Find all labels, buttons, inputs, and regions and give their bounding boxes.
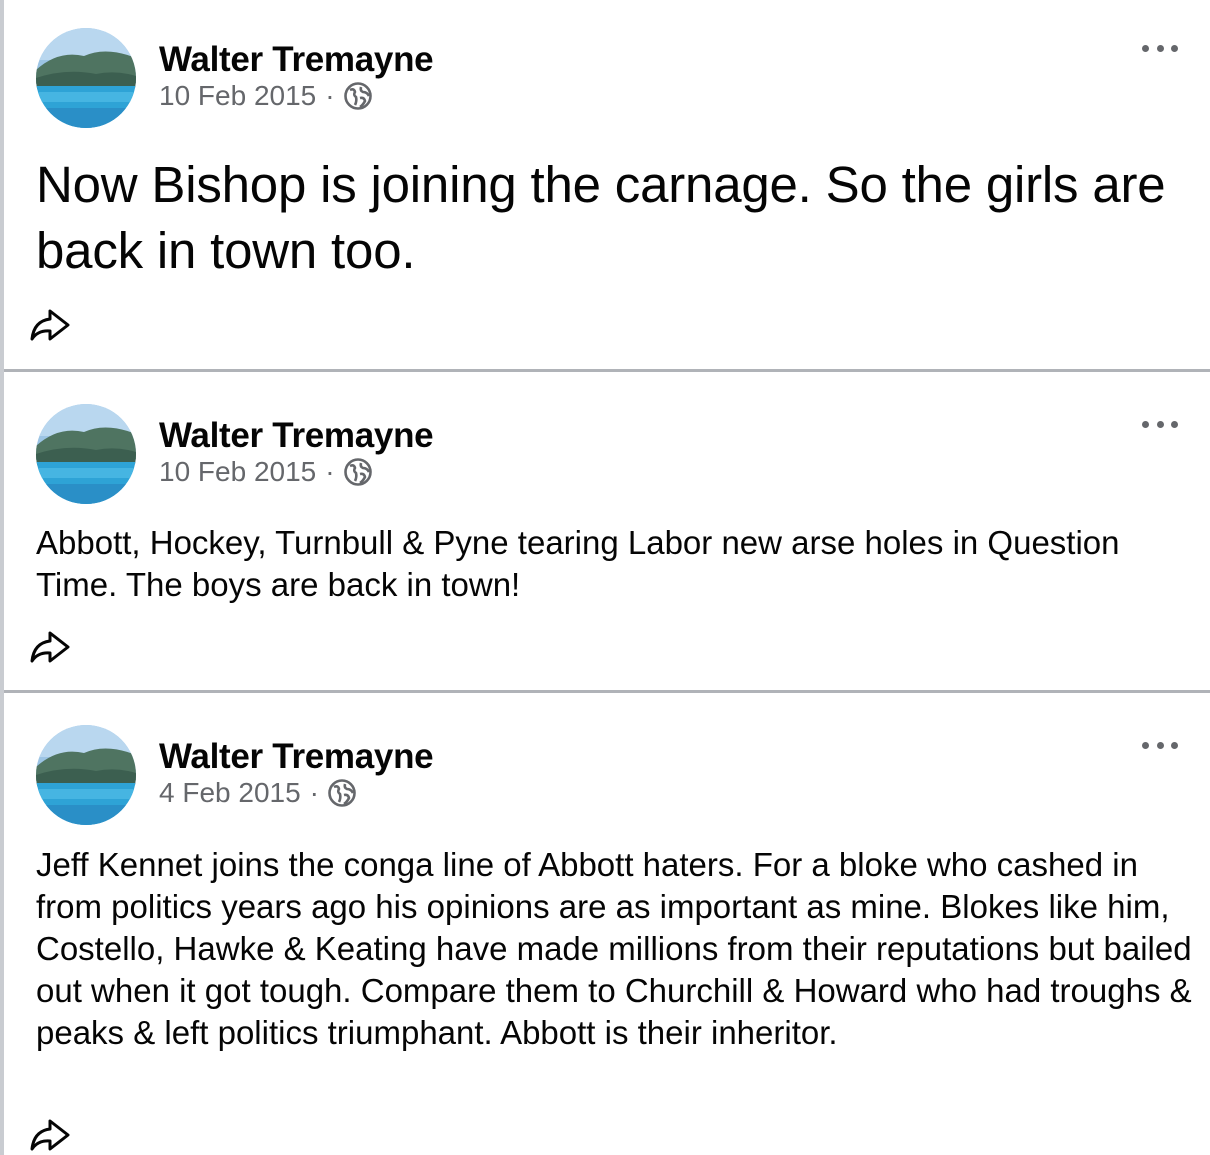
post-date[interactable]: 10 Feb 2015 [159, 456, 316, 488]
author-name[interactable]: Walter Tremayne [159, 737, 434, 777]
globe-icon [343, 82, 372, 110]
share-icon[interactable] [28, 627, 72, 667]
meta-separator: · [325, 456, 335, 487]
post-date[interactable]: 10 Feb 2015 [159, 80, 316, 112]
post-meta: 4 Feb 2015 · [159, 777, 357, 809]
share-icon[interactable] [28, 1115, 72, 1155]
avatar[interactable] [36, 404, 136, 504]
share-icon[interactable] [28, 305, 72, 345]
post-date[interactable]: 4 Feb 2015 [159, 777, 301, 809]
more-options-button[interactable] [1142, 735, 1178, 755]
globe-icon [328, 779, 356, 807]
avatar[interactable] [36, 28, 136, 128]
post-meta: 10 Feb 2015 · [159, 456, 373, 488]
post-text: Now Bishop is joining the carnage. So th… [36, 156, 1166, 279]
post-text: Abbott, Hockey, Turnbull & Pyne tearing … [36, 524, 1120, 603]
globe-icon [343, 458, 372, 486]
post-2: Walter Tremayne 10 Feb 2015 · Abbott, Ho… [4, 372, 1210, 690]
post-3: Walter Tremayne 4 Feb 2015 · Jeff Kennet… [4, 693, 1210, 1155]
post-meta: 10 Feb 2015 · [159, 80, 373, 112]
meta-separator: · [309, 777, 319, 808]
post-text: Jeff Kennet joins the conga line of Abbo… [36, 846, 1192, 1051]
more-options-button[interactable] [1142, 38, 1178, 58]
author-name[interactable]: Walter Tremayne [159, 416, 434, 456]
avatar[interactable] [36, 725, 136, 825]
more-options-button[interactable] [1142, 414, 1178, 434]
author-name[interactable]: Walter Tremayne [159, 40, 434, 80]
post-1: Walter Tremayne 10 Feb 2015 · Now Bishop… [4, 0, 1210, 370]
meta-separator: · [325, 80, 335, 111]
